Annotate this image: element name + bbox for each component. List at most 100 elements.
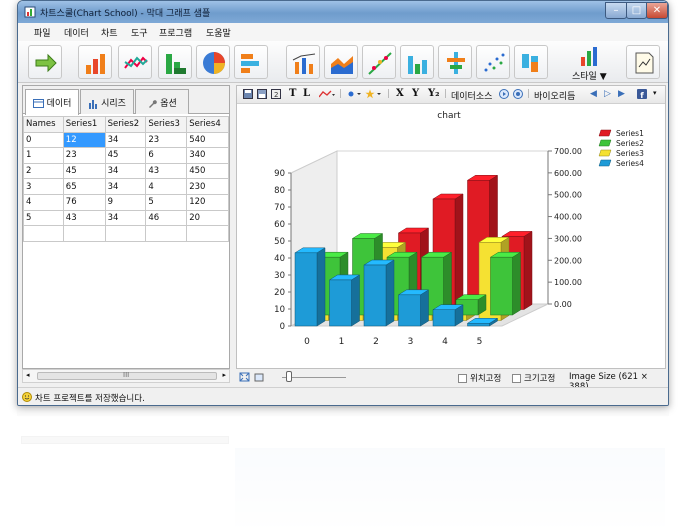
- line-style-icon[interactable]: [319, 89, 335, 99]
- scatter-line-button[interactable]: [362, 45, 396, 79]
- grid-cell[interactable]: 120: [186, 193, 229, 211]
- grid-cell[interactable]: 540: [186, 131, 229, 149]
- report-button[interactable]: [626, 45, 660, 79]
- facebook-icon[interactable]: f: [637, 89, 647, 99]
- prev-icon[interactable]: ◀: [590, 89, 597, 99]
- grid-cell[interactable]: 6: [145, 147, 188, 164]
- actual-size-icon[interactable]: [254, 372, 264, 382]
- hbar-chart-button[interactable]: [234, 45, 268, 79]
- grid-cell[interactable]: [145, 225, 188, 242]
- grid-cell[interactable]: 340: [186, 147, 229, 164]
- grid-cell[interactable]: 45: [62, 162, 106, 180]
- grid-header-names[interactable]: Names: [23, 116, 64, 133]
- print-icon[interactable]: 2: [271, 89, 281, 99]
- grid-cell[interactable]: 450: [186, 162, 229, 180]
- menu-data[interactable]: 데이터: [64, 26, 89, 39]
- grid-cell[interactable]: 45: [104, 147, 147, 164]
- style-dropdown[interactable]: 스타일 ▼: [572, 69, 607, 82]
- grid-cell[interactable]: 1: [23, 147, 64, 164]
- fit-icon[interactable]: [239, 372, 250, 382]
- fix-position-box[interactable]: [458, 374, 467, 383]
- grid-cell-selected[interactable]: 12: [62, 131, 106, 149]
- close-button[interactable]: ✕: [646, 2, 668, 19]
- grid-header-series1[interactable]: Series1: [62, 116, 106, 133]
- grid-cell[interactable]: 65: [62, 178, 106, 195]
- grid-cell[interactable]: 43: [145, 162, 188, 180]
- chart-type-13-button[interactable]: [514, 45, 548, 79]
- marker-dot-icon[interactable]: [347, 89, 363, 99]
- star-icon[interactable]: [365, 89, 383, 99]
- datasource-button[interactable]: 데이터소스: [451, 89, 492, 102]
- scroll-right-icon[interactable]: ▸: [222, 371, 226, 379]
- play-circle-icon[interactable]: [499, 89, 509, 99]
- record-circle-icon[interactable]: [513, 89, 523, 99]
- grid-cell[interactable]: 2: [23, 162, 64, 180]
- grid-cell[interactable]: 34: [104, 209, 147, 227]
- menu-file[interactable]: 파일: [34, 26, 51, 39]
- next-button[interactable]: [28, 45, 62, 79]
- grid-header-series2[interactable]: Series2: [104, 116, 147, 133]
- biorhythm-button[interactable]: 바이오리듬: [534, 89, 575, 102]
- chart-type-8-button[interactable]: [324, 45, 358, 79]
- tab-series[interactable]: 시리즈: [80, 89, 134, 114]
- grid-cell[interactable]: 46: [145, 209, 188, 227]
- tab-data[interactable]: 데이터: [25, 89, 79, 115]
- grid-cell[interactable]: [62, 225, 106, 242]
- grid-cell[interactable]: 9: [104, 193, 147, 211]
- legend-button[interactable]: L: [303, 88, 310, 99]
- grid-cell[interactable]: 34: [104, 162, 147, 180]
- grid-cell[interactable]: 23: [62, 147, 106, 164]
- save-icon[interactable]: [243, 89, 253, 99]
- grid-horizontal-scrollbar[interactable]: ◂ III ▸: [22, 369, 230, 383]
- menu-help[interactable]: 도움말: [206, 26, 231, 39]
- line-chart-button[interactable]: [118, 45, 152, 79]
- data-grid[interactable]: Names Series1 Series2 Series3 Series4 0 …: [23, 116, 229, 242]
- play-icon[interactable]: ▷: [604, 89, 611, 99]
- grid-cell[interactable]: [104, 225, 147, 242]
- chart-type-11-button[interactable]: [438, 45, 472, 79]
- grid-cell[interactable]: 76: [62, 193, 106, 211]
- menu-tools[interactable]: 도구: [131, 26, 148, 39]
- grid-cell[interactable]: 5: [23, 209, 64, 227]
- chart-type-7-button[interactable]: [286, 45, 320, 79]
- grid-cell[interactable]: [186, 225, 229, 242]
- grid-cell[interactable]: 3: [23, 178, 64, 195]
- grid-cell[interactable]: 5: [145, 193, 188, 211]
- fix-size-checkbox[interactable]: 크기고정: [512, 372, 555, 384]
- grid-cell[interactable]: 230: [186, 178, 229, 195]
- zoom-slider-thumb[interactable]: [286, 371, 292, 382]
- menu-program[interactable]: 프로그램: [159, 26, 192, 39]
- grid-header-series3[interactable]: Series3: [145, 116, 188, 133]
- grid-cell[interactable]: 43: [62, 209, 106, 227]
- grid-header-series4[interactable]: Series4: [186, 116, 229, 133]
- title-text-button[interactable]: T: [289, 88, 296, 99]
- area-chart-button[interactable]: [158, 45, 192, 79]
- scroll-left-icon[interactable]: ◂: [26, 371, 30, 379]
- bar-chart-button[interactable]: [78, 45, 112, 79]
- scatter-chart-button[interactable]: [476, 45, 510, 79]
- minimize-button[interactable]: –: [605, 2, 627, 19]
- chart-type-10-button[interactable]: [400, 45, 434, 79]
- fix-position-checkbox[interactable]: 위치고정: [458, 372, 501, 384]
- grid-cell[interactable]: 23: [145, 131, 188, 149]
- bar-series1-3-side: [454, 193, 464, 310]
- grid-cell[interactable]: 34: [104, 131, 147, 149]
- grid-cell[interactable]: 34: [104, 178, 147, 195]
- y2-axis-button[interactable]: Y₂: [428, 88, 440, 99]
- menu-chart[interactable]: 차트: [101, 26, 118, 39]
- style-chart-icon[interactable]: [578, 45, 600, 70]
- save-as-icon[interactable]: [257, 89, 267, 99]
- x-axis-button[interactable]: X: [396, 88, 404, 99]
- overflow-icon[interactable]: ▾: [653, 89, 657, 97]
- maximize-button[interactable]: □: [626, 2, 647, 19]
- grid-cell[interactable]: 20: [186, 209, 229, 227]
- tab-options[interactable]: 옵션: [135, 89, 189, 114]
- grid-cell[interactable]: 4: [145, 178, 188, 195]
- next-icon[interactable]: ▶: [618, 89, 625, 99]
- grid-cell[interactable]: [23, 225, 64, 242]
- grid-cell[interactable]: 4: [23, 193, 64, 211]
- grid-cell[interactable]: 0: [23, 131, 64, 149]
- pie-chart-button[interactable]: [196, 45, 230, 79]
- fix-size-box[interactable]: [512, 374, 521, 383]
- y-axis-button[interactable]: Y: [412, 88, 419, 99]
